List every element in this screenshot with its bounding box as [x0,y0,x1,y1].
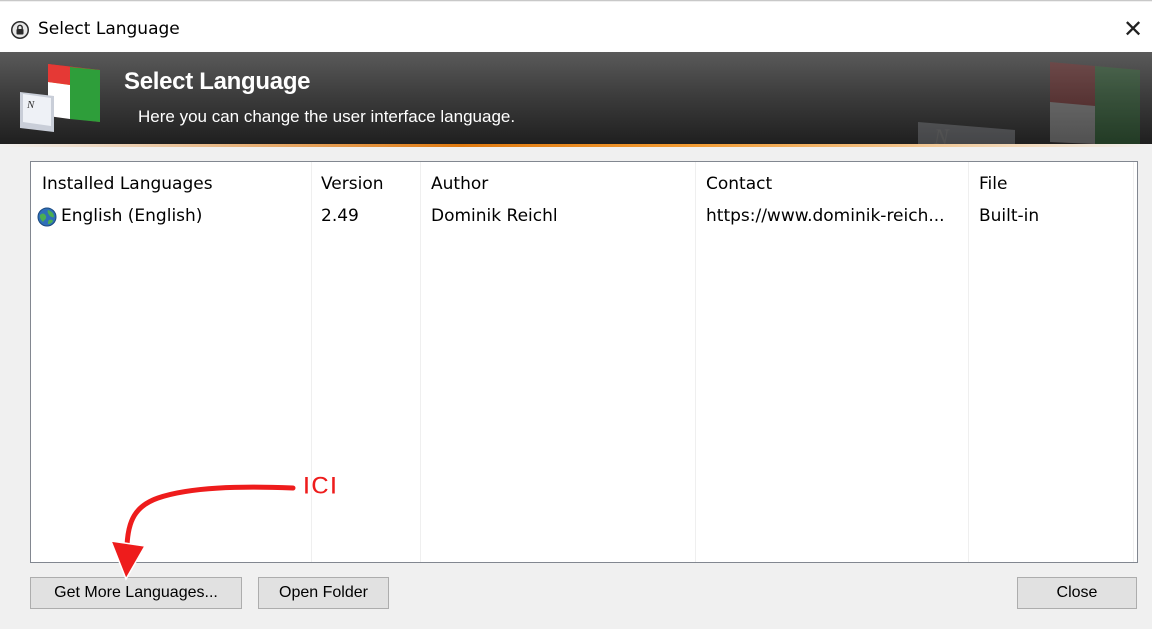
cell-author: Dominik Reichl [431,206,558,226]
banner-subtitle: Here you can change the user interface l… [138,107,516,126]
languages-list[interactable]: Installed Languages Version Author Conta… [30,161,1138,563]
svg-text:N: N [933,124,950,146]
column-header-contact[interactable]: Contact [706,174,772,194]
close-button[interactable]: Close [1017,577,1137,609]
list-item[interactable]: English (English) 2.49 Dominik Reichl ht… [31,206,1137,234]
keepass-lock-icon [11,21,29,39]
column-header-author[interactable]: Author [431,174,488,194]
close-icon[interactable]: ✕ [1120,16,1146,42]
svg-text:N: N [26,99,35,111]
title-bar: Select Language ✕ [0,2,1152,52]
cell-language: English (English) [61,206,203,226]
language-flag-keyboard-icon: N [20,64,100,132]
globe-icon [37,207,57,227]
banner-title: Select Language [124,68,311,95]
annotation-label: ICI [303,472,338,501]
select-language-dialog: Select Language ✕ N N Select Language He… [0,0,1152,628]
list-header: Installed Languages Version Author Conta… [31,162,1137,204]
banner-watermark-icon: N [918,62,1140,146]
window-title: Select Language [38,19,180,39]
column-header-file[interactable]: File [979,174,1007,194]
get-more-languages-button[interactable]: Get More Languages... [30,577,242,609]
header-banner: N N Select Language Here you can change … [0,52,1152,146]
cell-version: 2.49 [321,206,359,226]
column-header-installed-languages[interactable]: Installed Languages [42,174,213,194]
banner-accent-line [0,144,1152,147]
cell-contact: https://www.dominik-reich... [706,206,945,226]
open-folder-button[interactable]: Open Folder [258,577,389,609]
cell-file: Built-in [979,206,1040,226]
column-header-version[interactable]: Version [321,174,384,194]
